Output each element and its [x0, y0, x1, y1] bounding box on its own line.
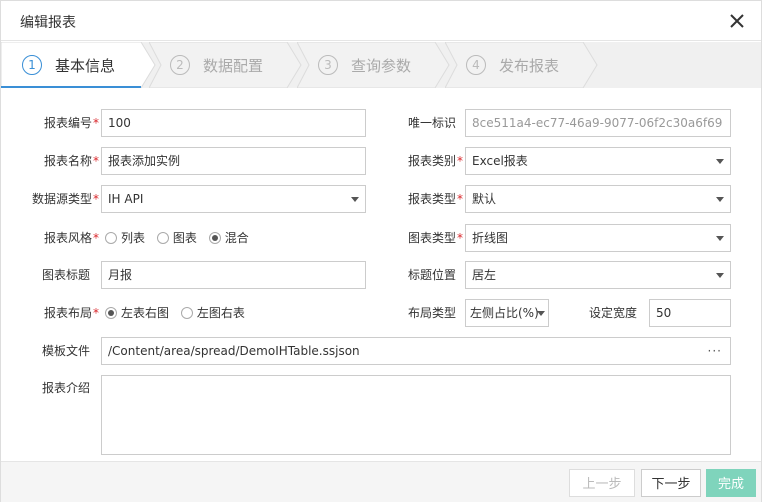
step-publish-report[interactable]: 4 发布报表: [445, 42, 601, 88]
chevron-down-icon: [716, 159, 724, 164]
title-position-label: 标题位置: [407, 268, 456, 282]
title-position-select[interactable]: 居左: [465, 261, 731, 289]
report-intro-textarea[interactable]: [101, 375, 731, 455]
next-step-button[interactable]: 下一步: [641, 469, 701, 497]
chart-title-label: 图表标题: [41, 268, 90, 282]
step-number: 2: [170, 55, 190, 75]
layout-type-select[interactable]: 左侧占比(%): [465, 299, 549, 327]
template-file-label: 模板文件: [41, 344, 90, 358]
report-name-label: 报表名称*: [43, 154, 99, 168]
chevron-down-icon: [716, 273, 724, 278]
dialog-footer: 上一步 下一步 完成: [1, 461, 761, 502]
report-style-option-mixed[interactable]: 混合: [208, 225, 249, 251]
chart-type-label: 图表类型*: [407, 231, 463, 245]
step-number: 1: [22, 55, 42, 75]
report-name-input[interactable]: 报表添加实例: [101, 147, 366, 175]
chevron-down-icon: [716, 236, 724, 241]
step-number: 3: [318, 55, 338, 75]
edit-report-dialog: 编辑报表 1 基本信息 2 数据配置 3 查询参数 4 发布报表 报表编号* 1…: [0, 0, 762, 502]
step-number: 4: [466, 55, 486, 75]
report-category-label: 报表类别*: [407, 154, 463, 168]
report-layout-radio-group: 左表右图 左图右表: [105, 300, 253, 326]
unique-id-label: 唯一标识: [407, 116, 456, 130]
close-icon[interactable]: [727, 11, 747, 31]
step-label: 发布报表: [499, 57, 560, 75]
datasource-type-select[interactable]: IH API: [101, 185, 366, 213]
dialog-titlebar: 编辑报表: [1, 1, 761, 41]
report-intro-label: 报表介绍: [41, 381, 90, 395]
step-label: 数据配置: [203, 57, 264, 75]
chevron-down-icon: [537, 311, 545, 316]
chevron-down-icon: [716, 197, 724, 202]
layout-type-label: 布局类型: [407, 306, 456, 320]
report-layout-option-table-left[interactable]: 左表右图: [105, 300, 169, 326]
chevron-down-icon: [351, 197, 359, 202]
report-type-select[interactable]: 默认: [465, 185, 731, 213]
datasource-type-label: 数据源类型*: [31, 192, 99, 206]
template-file-input[interactable]: /Content/area/spread/DemoIHTable.ssjson …: [101, 337, 731, 365]
step-query-params[interactable]: 3 查询参数: [297, 42, 453, 88]
step-data-config[interactable]: 2 数据配置: [149, 42, 305, 88]
report-layout-option-chart-left[interactable]: 左图右表: [180, 300, 245, 326]
report-no-label: 报表编号*: [43, 116, 99, 130]
report-style-option-chart[interactable]: 图表: [156, 225, 197, 251]
report-style-option-list[interactable]: 列表: [105, 225, 145, 251]
set-width-input[interactable]: 50: [649, 299, 731, 327]
chart-type-select[interactable]: 折线图: [465, 224, 731, 252]
browse-file-button[interactable]: ···: [708, 338, 722, 364]
set-width-label: 设定宽度: [588, 306, 637, 320]
report-layout-label: 报表布局*: [43, 306, 99, 320]
report-type-label: 报表类型*: [407, 192, 463, 206]
report-style-label: 报表风格*: [43, 231, 99, 245]
wizard-steps: 1 基本信息 2 数据配置 3 查询参数 4 发布报表: [1, 42, 761, 88]
prev-step-button[interactable]: 上一步: [569, 469, 635, 497]
active-step-indicator: [1, 86, 141, 88]
step-basic-info[interactable]: 1 基本信息: [1, 42, 157, 88]
step-label: 基本信息: [55, 57, 116, 75]
report-no-input[interactable]: 100: [101, 109, 366, 137]
finish-button[interactable]: 完成: [706, 469, 756, 497]
chart-title-input[interactable]: 月报: [101, 261, 366, 289]
dialog-title: 编辑报表: [20, 15, 76, 31]
report-style-radio-group: 列表 图表 混合: [105, 225, 257, 251]
report-category-select[interactable]: Excel报表: [465, 147, 731, 175]
step-label: 查询参数: [351, 57, 412, 75]
unique-id-input: 8ce511a4-ec77-46a9-9077-06f2c30a6f69: [465, 109, 731, 137]
